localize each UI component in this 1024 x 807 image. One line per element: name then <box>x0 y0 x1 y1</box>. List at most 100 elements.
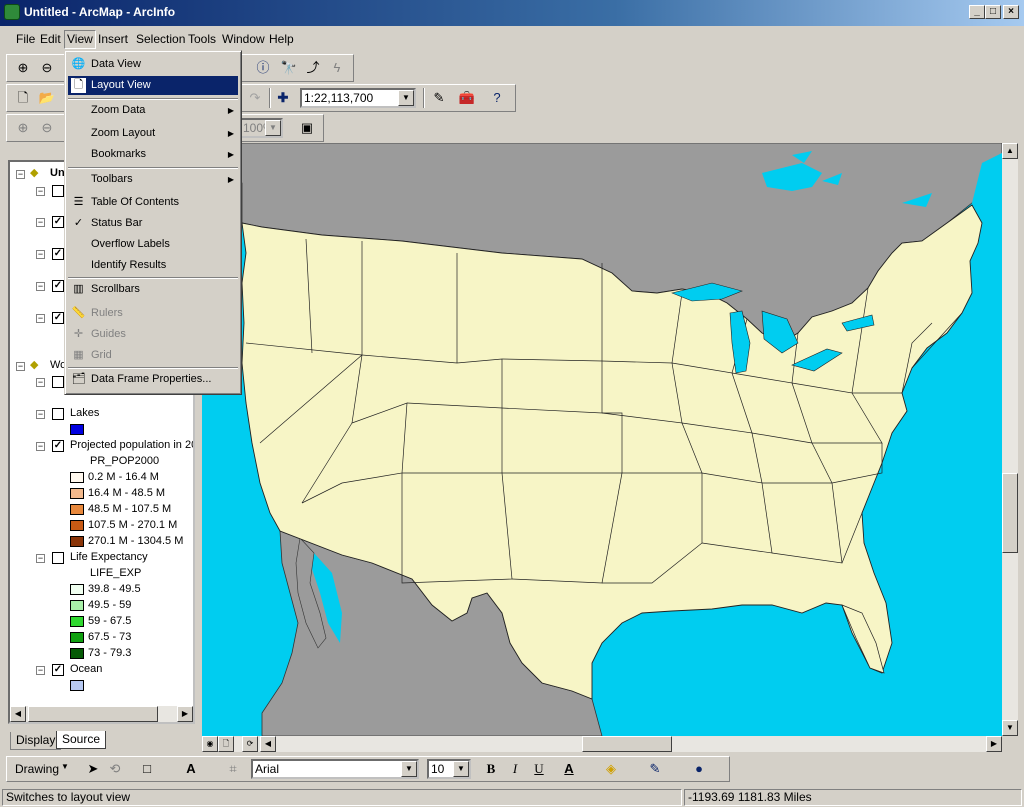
scroll-thumb[interactable] <box>28 706 158 722</box>
scroll-left-arrow-icon[interactable]: ◀ <box>260 736 276 752</box>
scroll-down-arrow-icon[interactable]: ▼ <box>1002 720 1018 736</box>
collapse-icon[interactable]: − <box>36 218 45 227</box>
layout-zoom-in-icon[interactable]: ⊕ <box>13 118 33 138</box>
menu-window[interactable]: Window <box>222 32 265 46</box>
select-elements-icon[interactable]: ➤ <box>83 759 103 779</box>
find-binoculars-icon[interactable]: 🔭 <box>279 58 299 78</box>
menu-view[interactable]: View <box>64 30 96 49</box>
measure-icon[interactable]: ⤴ <box>303 58 323 78</box>
layer-checkbox[interactable]: ✓ <box>52 312 64 324</box>
marker-color-icon[interactable]: ● <box>689 759 709 779</box>
menu-item-status-bar[interactable]: ✓ Status Bar <box>68 214 238 233</box>
collapse-icon[interactable]: − <box>36 666 45 675</box>
redo-icon[interactable]: ↷ <box>245 88 265 108</box>
menu-item-layout-view[interactable]: 🗋 Layout View <box>68 76 238 95</box>
chevron-down-icon[interactable]: ▼ <box>398 90 414 106</box>
scroll-right-arrow-icon[interactable]: ▶ <box>177 706 193 722</box>
layout-zoom-out-icon[interactable]: ⊖ <box>37 118 57 138</box>
layer-life-expectancy[interactable]: Life Expectancy <box>70 551 148 563</box>
collapse-icon[interactable]: − <box>16 362 25 371</box>
lakes-checkbox[interactable] <box>52 408 64 420</box>
zoom-out-icon[interactable]: ⊖ <box>37 58 57 78</box>
menu-item-table-of-contents[interactable]: ☰ Table Of Contents <box>68 193 238 212</box>
collapse-icon[interactable]: − <box>16 170 25 179</box>
bold-button[interactable]: B <box>481 759 501 779</box>
layer-ocean[interactable]: Ocean <box>70 663 102 675</box>
menu-help[interactable]: Help <box>269 32 294 46</box>
maximize-button[interactable]: □ <box>985 5 1001 19</box>
tab-display[interactable]: Display <box>10 732 62 750</box>
menu-selection[interactable]: Selection <box>136 32 185 46</box>
menu-item-zoom-data[interactable]: Zoom Data ▶ <box>68 101 238 120</box>
collapse-icon[interactable]: − <box>36 187 45 196</box>
minimize-button[interactable]: _ <box>969 5 985 19</box>
menu-item-rulers[interactable]: 📏 Rulers <box>68 304 238 323</box>
zoom-in-icon[interactable]: ⊕ <box>13 58 33 78</box>
underline-button[interactable]: U <box>529 759 549 779</box>
life-expectancy-checkbox[interactable] <box>52 552 64 564</box>
map-scale-combo[interactable]: 1:22,113,700 ▼ <box>300 88 416 108</box>
refresh-icon[interactable]: ⟳ <box>242 736 258 752</box>
menu-item-scrollbars[interactable]: ▥ Scrollbars <box>68 280 238 299</box>
ocean-checkbox[interactable]: ✓ <box>52 664 64 676</box>
chevron-down-icon[interactable]: ▼ <box>265 120 281 136</box>
layer-checkbox[interactable]: ✓ <box>52 216 64 228</box>
layer-checkbox[interactable]: ✓ <box>52 280 64 292</box>
chevron-down-icon[interactable]: ▼ <box>401 761 417 777</box>
edit-vertices-icon[interactable]: ⌗ <box>223 759 243 779</box>
layer-lakes[interactable]: Lakes <box>70 407 99 419</box>
font-combo[interactable]: Arial ▼ <box>251 759 419 779</box>
hyperlink-icon[interactable]: ϟ <box>327 58 347 78</box>
new-text-icon[interactable]: A <box>181 759 201 779</box>
scroll-thumb[interactable] <box>1002 473 1018 553</box>
new-document-icon[interactable]: 🗋 <box>13 88 33 108</box>
close-button[interactable]: × <box>1003 5 1019 19</box>
identify-icon[interactable]: ⓘ <box>253 58 273 78</box>
layer-checkbox[interactable] <box>52 185 64 197</box>
menu-item-guides[interactable]: ✛ Guides <box>68 325 238 344</box>
collapse-icon[interactable]: − <box>36 250 45 259</box>
collapse-icon[interactable]: − <box>36 410 45 419</box>
data-view-toggle-icon[interactable]: ◉ <box>202 736 218 752</box>
layer-checkbox[interactable]: ✓ <box>52 248 64 260</box>
font-color-icon[interactable]: A <box>559 759 579 779</box>
collapse-icon[interactable]: − <box>36 554 45 563</box>
menu-file[interactable]: File <box>16 32 35 46</box>
fill-color-icon[interactable]: ◈ <box>601 759 621 779</box>
toggle-draft-mode-icon[interactable]: ▣ <box>297 118 317 138</box>
arctoolbox-icon[interactable]: 🧰 <box>457 88 477 108</box>
collapse-icon[interactable]: − <box>36 314 45 323</box>
layer-population[interactable]: Projected population in 2000 <box>70 439 193 451</box>
collapse-icon[interactable]: − <box>36 282 45 291</box>
drawing-menu[interactable]: Drawing <box>15 762 59 776</box>
collapse-icon[interactable]: − <box>36 378 45 387</box>
rotate-icon[interactable]: ⟲ <box>105 759 125 779</box>
map-vertical-scrollbar[interactable]: ▲ ▼ <box>1002 143 1018 736</box>
layout-view-toggle-icon[interactable]: 🗋 <box>218 736 234 752</box>
collapse-icon[interactable]: − <box>36 442 45 451</box>
scroll-thumb[interactable] <box>582 736 672 752</box>
scroll-right-arrow-icon[interactable]: ▶ <box>986 736 1002 752</box>
tab-source[interactable]: Source <box>56 731 107 749</box>
menu-tools[interactable]: Tools <box>188 32 216 46</box>
menu-item-zoom-layout[interactable]: Zoom Layout ▶ <box>68 124 238 143</box>
menu-item-identify-results[interactable]: Identify Results <box>68 256 238 275</box>
italic-button[interactable]: I <box>505 759 525 779</box>
menu-item-data-view[interactable]: 🌐 Data View <box>68 55 238 74</box>
editor-toolbar-icon[interactable]: ✎ <box>429 88 449 108</box>
map-horizontal-scrollbar[interactable]: ◉ 🗋 ⟳ ◀ ▶ <box>202 736 1002 752</box>
population-checkbox[interactable]: ✓ <box>52 440 64 452</box>
line-color-icon[interactable]: ✎ <box>645 759 665 779</box>
map-canvas[interactable] <box>202 143 1002 736</box>
menu-edit[interactable]: Edit <box>40 32 61 46</box>
add-data-icon[interactable]: ✚ <box>273 88 293 108</box>
menu-item-data-frame-properties[interactable]: 🗂 Data Frame Properties... <box>68 370 238 389</box>
scroll-left-arrow-icon[interactable]: ◀ <box>10 706 26 722</box>
font-size-combo[interactable]: 10 ▼ <box>427 759 471 779</box>
rectangle-icon[interactable]: □ <box>137 759 157 779</box>
menu-insert[interactable]: Insert <box>98 32 128 46</box>
scroll-up-arrow-icon[interactable]: ▲ <box>1002 143 1018 159</box>
menu-item-grid[interactable]: ▦ Grid <box>68 346 238 365</box>
layout-zoom-combo[interactable]: 100% ▼ <box>239 118 283 138</box>
menu-item-toolbars[interactable]: Toolbars ▶ <box>68 170 238 189</box>
